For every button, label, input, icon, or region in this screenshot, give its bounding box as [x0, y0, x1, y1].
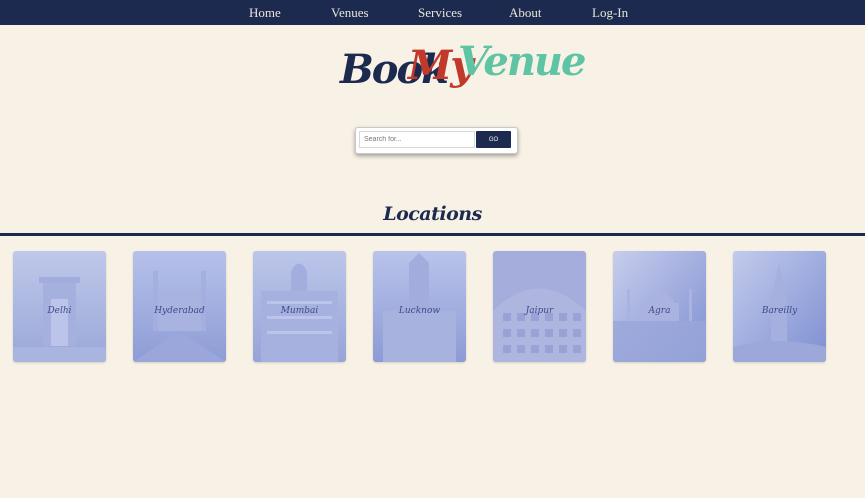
location-card-delhi[interactable]: Delhi — [13, 251, 106, 362]
card-label: Jaipur — [525, 306, 554, 316]
location-card-mumbai[interactable]: Mumbai — [253, 251, 346, 362]
search-go-button[interactable]: GO — [476, 131, 511, 148]
card-label: Hyderabad — [154, 306, 205, 316]
location-card-agra[interactable]: Agra — [613, 251, 706, 362]
location-card-bareilly[interactable]: Bareilly — [733, 251, 826, 362]
card-label: Agra — [648, 306, 671, 316]
search-bar: GO — [355, 127, 518, 154]
card-label: Bareilly — [761, 306, 798, 316]
nav-home-link[interactable]: Home — [249, 0, 281, 25]
location-card-jaipur[interactable]: Jaipur — [493, 251, 586, 362]
nav-about-link[interactable]: About — [509, 0, 542, 25]
brand-logo: Book My Venue — [340, 38, 586, 100]
card-label: Mumbai — [280, 306, 319, 316]
nav-login-link[interactable]: Log-In — [592, 0, 628, 25]
card-label: Delhi — [47, 306, 72, 316]
nav-venues-link[interactable]: Venues — [331, 0, 369, 25]
card-label: Lucknow — [398, 306, 441, 316]
search-input[interactable] — [359, 131, 475, 148]
location-card-hyderabad[interactable]: Hyderabad — [133, 251, 226, 362]
nav-services-link[interactable]: Services — [418, 0, 462, 25]
locations-heading: Locations — [383, 203, 482, 225]
logo-word-venue: Venue — [458, 38, 586, 85]
location-card-lucknow[interactable]: Lucknow — [373, 251, 466, 362]
top-navbar: Home Venues Services About Log-In — [0, 0, 865, 25]
section-divider — [0, 233, 865, 236]
